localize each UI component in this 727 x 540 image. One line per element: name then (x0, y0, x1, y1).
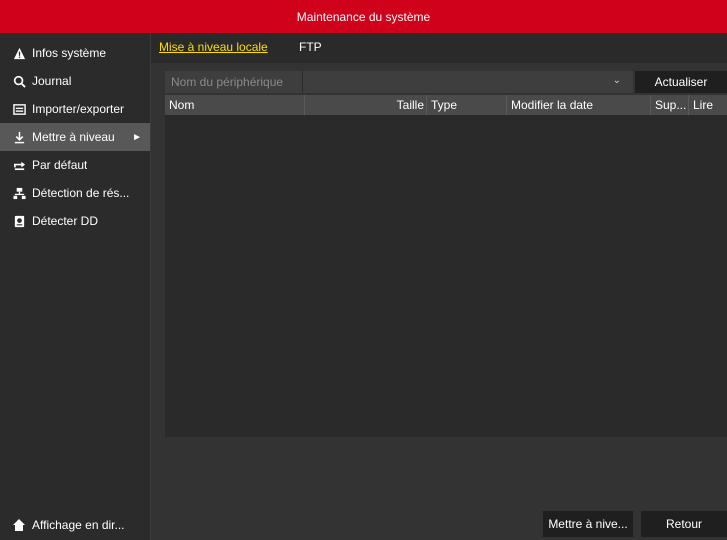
sidebar-item-label: Mettre à niveau (32, 130, 115, 144)
sidebar-item-infos-systeme[interactable]: Infos système (0, 39, 150, 67)
column-header-lire[interactable]: Lire (689, 95, 727, 115)
sidebar-item-label: Infos système (32, 46, 107, 60)
sidebar-item-par-defaut[interactable]: Par défaut (0, 151, 150, 179)
refresh-button[interactable]: Actualiser (635, 71, 727, 93)
sidebar-item-mettre-a-niveau[interactable]: Mettre à niveau ► (0, 123, 150, 151)
sidebar-item-label: Par défaut (32, 158, 88, 172)
home-icon (12, 518, 26, 532)
column-header-suppr[interactable]: Sup... (651, 95, 689, 115)
upgrade-button[interactable]: Mettre à nive... (543, 511, 633, 537)
sidebar: Infos système Journal Importer/exporter … (0, 33, 151, 540)
column-header-taille[interactable]: Taille (305, 95, 427, 115)
tab-ftp[interactable]: FTP (299, 40, 322, 54)
device-row: Nom du périphérique ⌄ (165, 71, 633, 93)
chevron-down-icon: ⌄ (612, 75, 621, 86)
main-panel: Mise à niveau locale FTP Nom du périphér… (151, 33, 727, 540)
column-header-modifier-date[interactable]: Modifier la date (507, 95, 651, 115)
sidebar-item-label: Importer/exporter (32, 102, 125, 116)
download-icon (12, 130, 26, 144)
device-select[interactable]: ⌄ (303, 71, 633, 93)
sidebar-item-label: Journal (32, 74, 72, 88)
sidebar-item-detecter-dd[interactable]: Détecter DD (0, 207, 150, 235)
reset-icon (12, 158, 26, 172)
warning-icon (12, 46, 26, 60)
sidebar-item-label: Détection de rés... (32, 186, 130, 200)
sidebar-item-detection-reseau[interactable]: Détection de rés... (0, 179, 150, 207)
tab-mise-a-niveau-locale[interactable]: Mise à niveau locale (159, 40, 268, 54)
tab-bar: Mise à niveau locale FTP (151, 33, 727, 63)
device-label: Nom du périphérique (165, 71, 303, 93)
live-view-button[interactable]: Affichage en dir... (0, 510, 150, 540)
import-export-icon (12, 102, 26, 116)
live-view-label: Affichage en dir... (32, 518, 125, 532)
network-icon (12, 186, 26, 200)
column-header-nom[interactable]: Nom (165, 95, 305, 115)
file-table: Nom Taille Type Modifier la date Sup... … (165, 95, 727, 437)
back-button[interactable]: Retour (641, 511, 727, 537)
chevron-right-icon: ► (132, 131, 142, 143)
column-header-type[interactable]: Type (427, 95, 507, 115)
disk-icon (12, 214, 26, 228)
table-header: Nom Taille Type Modifier la date Sup... … (165, 95, 727, 115)
sidebar-item-journal[interactable]: Journal (0, 67, 150, 95)
search-icon (12, 74, 26, 88)
sidebar-item-importer-exporter[interactable]: Importer/exporter (0, 95, 150, 123)
window-title-bar: Maintenance du système (0, 0, 727, 33)
window-title: Maintenance du système (296, 9, 431, 24)
sidebar-item-label: Détecter DD (32, 214, 99, 228)
